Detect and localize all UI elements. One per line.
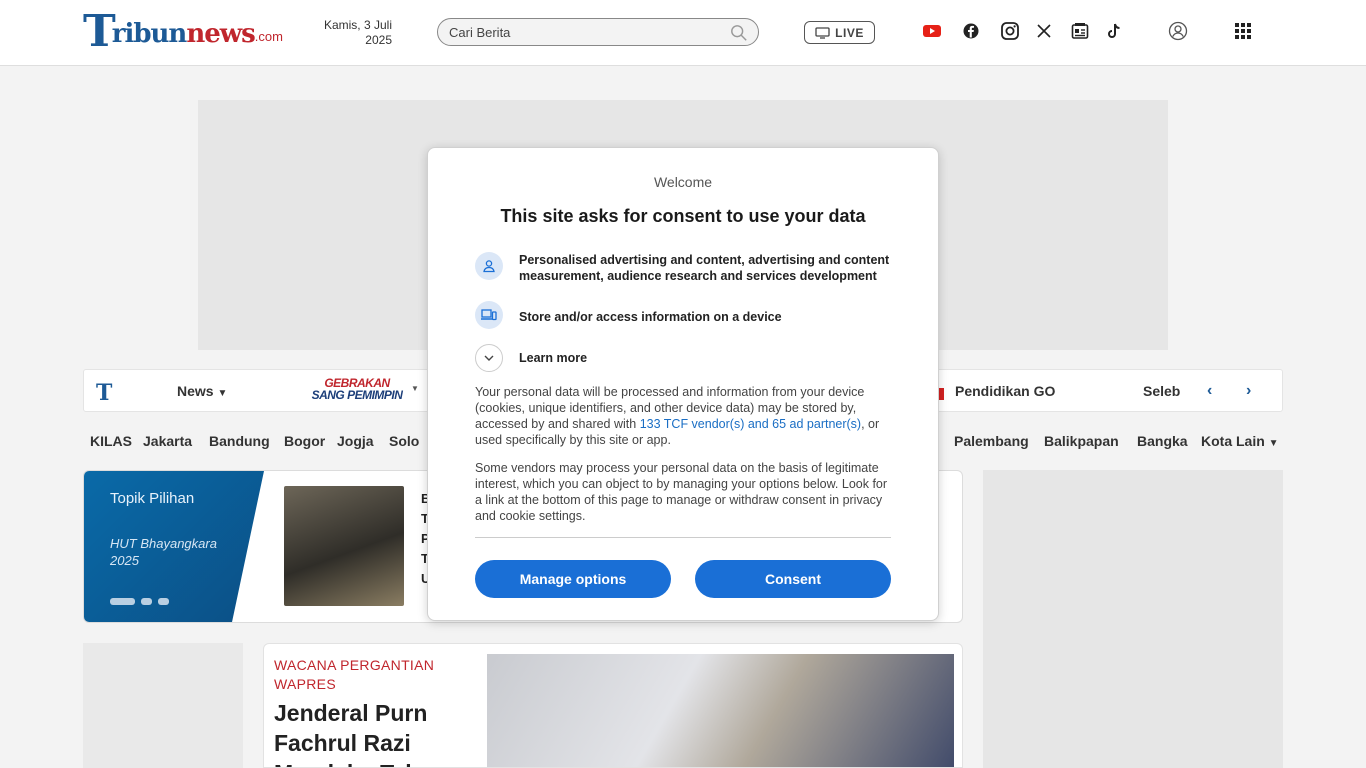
learn-more-toggle[interactable]: Learn more: [475, 344, 895, 372]
consent-purpose-label: Personalised advertising and content, ad…: [519, 253, 890, 283]
consent-welcome: Welcome: [653, 174, 713, 190]
consent-purpose-storage: Store and/or access information on a dev…: [475, 301, 895, 329]
consent-purpose-personalised: Personalised advertising and content, ad…: [475, 252, 895, 286]
vendor-list-link[interactable]: 133 TCF vendor(s) and 65 ad partner(s): [640, 417, 861, 431]
chevron-down-icon[interactable]: [475, 344, 503, 372]
person-icon: [475, 252, 503, 280]
consent-paragraph-2: Some vendors may process your personal d…: [475, 461, 888, 523]
manage-options-button[interactable]: Manage options: [475, 560, 671, 598]
consent-title: This site asks for consent to use your d…: [500, 206, 866, 226]
consent-purpose-label: Store and/or access information on a dev…: [519, 310, 782, 324]
consent-divider: [475, 537, 891, 538]
learn-more-label[interactable]: Learn more: [519, 350, 895, 366]
consent-dialog: Welcome This site asks for consent to us…: [427, 147, 939, 621]
consent-paragraph-1: Your personal data will be processed and…: [475, 384, 893, 448]
devices-icon: [475, 301, 503, 329]
consent-button[interactable]: Consent: [695, 560, 891, 598]
